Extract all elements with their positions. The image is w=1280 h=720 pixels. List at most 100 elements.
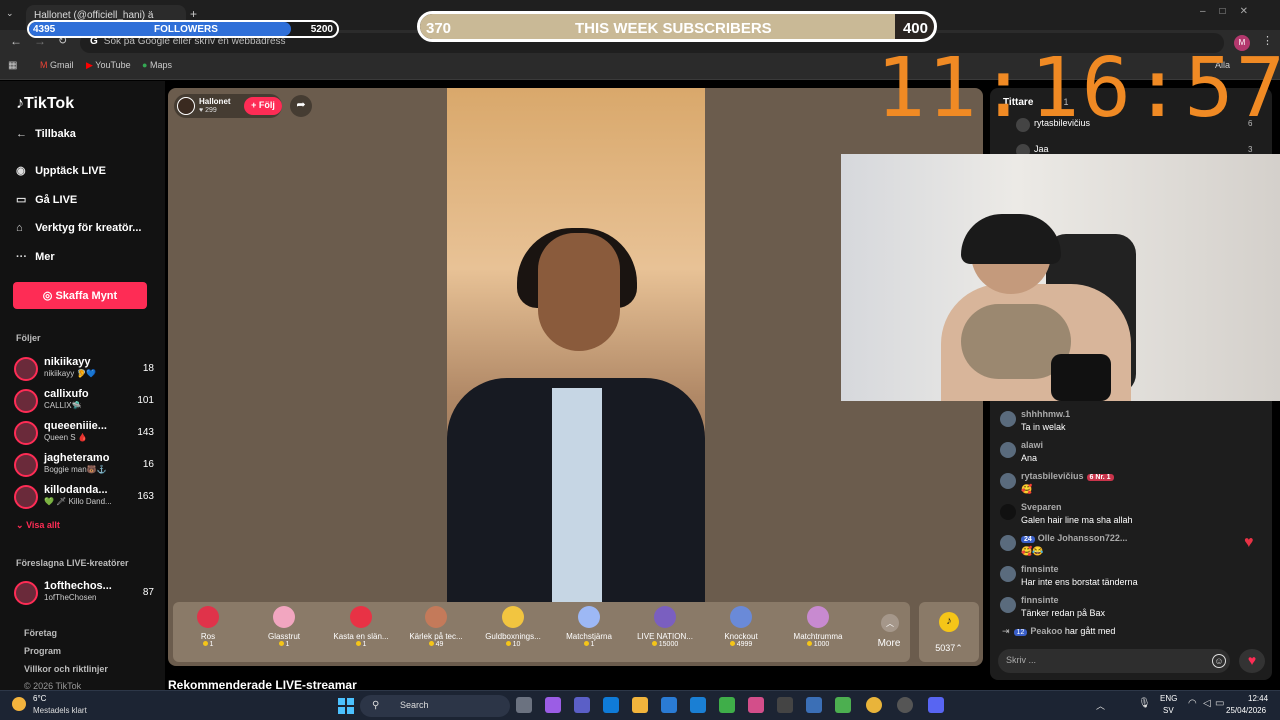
following-item[interactable]: queeeniiie... Queen S 🩸 143	[14, 419, 154, 447]
gift-item[interactable]: Knockout 4999	[706, 604, 776, 660]
kiss-gift-icon	[350, 606, 372, 628]
chat-username[interactable]: finnsinte	[1021, 564, 1059, 574]
gift-item[interactable]: Kasta en slän... 1	[326, 604, 396, 660]
gift-item[interactable]: Matchstjärna 1	[554, 604, 624, 660]
teams-icon[interactable]	[574, 697, 590, 713]
obs-icon[interactable]	[897, 697, 913, 713]
copilot-icon[interactable]	[545, 697, 561, 713]
store-icon[interactable]	[661, 697, 677, 713]
following-item[interactable]: jagheteramo Boggie man🐻⚓ 16	[14, 451, 154, 479]
new-tab-button[interactable]: +	[190, 7, 197, 21]
gift-item[interactable]: Glasstrut 1	[249, 604, 319, 660]
window-controls[interactable]: –□✕	[1200, 6, 1262, 17]
footer-company[interactable]: Företag	[24, 628, 57, 638]
chat-input[interactable]: Skriv ...	[998, 649, 1230, 673]
tab-search-icon[interactable]: ⌄	[6, 8, 14, 19]
chat-username[interactable]: alawi	[1021, 440, 1043, 450]
avatar[interactable]	[1000, 411, 1016, 427]
file-explorer-icon[interactable]	[632, 697, 648, 713]
avatar[interactable]	[1000, 442, 1016, 458]
clock-time[interactable]: 12:44	[1248, 694, 1268, 703]
gift-item[interactable]: Guldboxnings... 10	[478, 604, 548, 660]
tiktok-logo[interactable]: ♪TikTok	[16, 95, 74, 113]
microphone-icon[interactable]: 🎙	[1138, 698, 1151, 709]
volume-icon[interactable]: ◁	[1203, 698, 1211, 709]
chat-username-text: rytasbilevičius	[1021, 471, 1084, 481]
footer-program[interactable]: Program	[24, 646, 61, 656]
gift-item[interactable]: Kärlek på tec... 49	[401, 604, 471, 660]
sidebar-item-more[interactable]: ··· Mer	[16, 251, 55, 263]
get-coins-button[interactable]: ◎ Skaffa Mynt	[13, 282, 147, 309]
chat-username[interactable]: finnsinte	[1021, 595, 1059, 605]
gift-item[interactable]: Ros 1	[173, 604, 243, 660]
avatar	[14, 389, 38, 413]
weather-temp[interactable]: 6°C	[33, 694, 46, 703]
following-subname: Boggie man🐻⚓	[44, 465, 107, 474]
bookmark-gmail[interactable]: M Gmail	[40, 60, 74, 70]
show-all-link[interactable]: ⌄ Visa allt	[16, 520, 60, 531]
taskbar-search[interactable]: Search	[360, 695, 510, 717]
webcam-person-cap	[961, 214, 1061, 264]
gift-price: 4999	[706, 641, 776, 648]
gift-item[interactable]: Matchtrumma 1000	[783, 604, 853, 660]
gift-price-value: 4999	[736, 641, 753, 648]
avatar[interactable]	[1000, 504, 1016, 520]
back-arrow-icon[interactable]: ←	[10, 34, 22, 48]
following-item[interactable]: callixufo CALLIX🛸 101	[14, 387, 154, 415]
discord-icon[interactable]	[928, 697, 944, 713]
more-gifts-button[interactable]: ︿ More	[866, 602, 912, 658]
chat-username[interactable]: shhhhmw.1	[1021, 409, 1070, 419]
live-video[interactable]	[447, 88, 705, 604]
bookmark-youtube[interactable]: ▶ YouTube	[86, 60, 131, 71]
input-language[interactable]: ENG	[1160, 694, 1177, 703]
input-region[interactable]: SV	[1163, 706, 1174, 715]
bookmark-maps[interactable]: ● Maps	[142, 60, 172, 70]
m365-icon[interactable]	[748, 697, 764, 713]
avatar[interactable]	[1000, 566, 1016, 582]
chrome-icon[interactable]	[866, 697, 882, 713]
love-hand-gift-icon	[425, 606, 447, 628]
chat-username[interactable]: rytasbilevičius 6 Nr. 1	[1021, 471, 1114, 481]
sidebar-item-discover-live[interactable]: ◉ Upptäck LIVE	[16, 164, 106, 177]
suggested-item[interactable]: 1ofthechos... 1ofTheChosen 87	[14, 579, 154, 607]
following-item[interactable]: nikiikayy nikiikayy 🦻💙 18	[14, 355, 154, 383]
following-name: killodanda...	[44, 484, 108, 496]
like-heart-button[interactable]: ♥	[1239, 649, 1265, 673]
level-badge: 12	[1013, 629, 1028, 636]
app-icon[interactable]	[777, 697, 793, 713]
coin-balance-button[interactable]: ♪ 5037⌃	[919, 602, 979, 662]
chat-text: 🥰	[1021, 484, 1033, 494]
weather-desc[interactable]: Mestadels klart	[33, 706, 87, 715]
spreadsheet-icon[interactable]	[835, 697, 851, 713]
share-icon[interactable]: ➦	[290, 95, 312, 117]
chat-username[interactable]: 24 Olle Johansson722...	[1021, 533, 1127, 543]
clock-date[interactable]: 25/04/2026	[1226, 706, 1266, 715]
bookmark-label: Maps	[149, 60, 172, 70]
task-view-icon[interactable]	[516, 697, 532, 713]
emoji-icon[interactable]: ☺	[1212, 654, 1226, 668]
avatar[interactable]	[1000, 535, 1016, 551]
battery-icon[interactable]: ▭	[1215, 698, 1224, 709]
edge-icon[interactable]	[603, 697, 619, 713]
tray-chevron-up-icon[interactable]: ︿	[1096, 699, 1105, 712]
avatar[interactable]	[1000, 597, 1016, 613]
join-username[interactable]: Peakoo	[1030, 626, 1062, 636]
avatar[interactable]	[1000, 473, 1016, 489]
outlook-icon[interactable]	[690, 697, 706, 713]
sidebar-item-creator-tools[interactable]: ⌂ Verktyg för kreatör...	[16, 222, 141, 234]
follow-button[interactable]: + Följ	[244, 97, 282, 115]
windows-start-icon[interactable]	[338, 698, 354, 714]
sidebar-item-go-live[interactable]: ▭ Gå LIVE	[16, 193, 77, 206]
photos-icon[interactable]	[806, 697, 822, 713]
wifi-icon[interactable]: ◠	[1188, 698, 1197, 709]
weather-sun-icon[interactable]	[12, 697, 26, 711]
maps-icon[interactable]	[719, 697, 735, 713]
back-link[interactable]: ← Tillbaka	[16, 128, 76, 140]
apps-grid-icon[interactable]: ▦	[8, 60, 17, 71]
back-label: Tillbaka	[35, 128, 76, 140]
subscribers-label: THIS WEEK SUBSCRIBERS	[575, 20, 772, 37]
gift-item[interactable]: LIVE NATION... 15000	[630, 604, 700, 660]
footer-terms[interactable]: Villkor och riktlinjer	[24, 664, 108, 674]
following-item[interactable]: killodanda... 💚 🗡 Killo Dand... 163	[14, 483, 154, 511]
chat-username[interactable]: Sveparen	[1021, 502, 1062, 512]
